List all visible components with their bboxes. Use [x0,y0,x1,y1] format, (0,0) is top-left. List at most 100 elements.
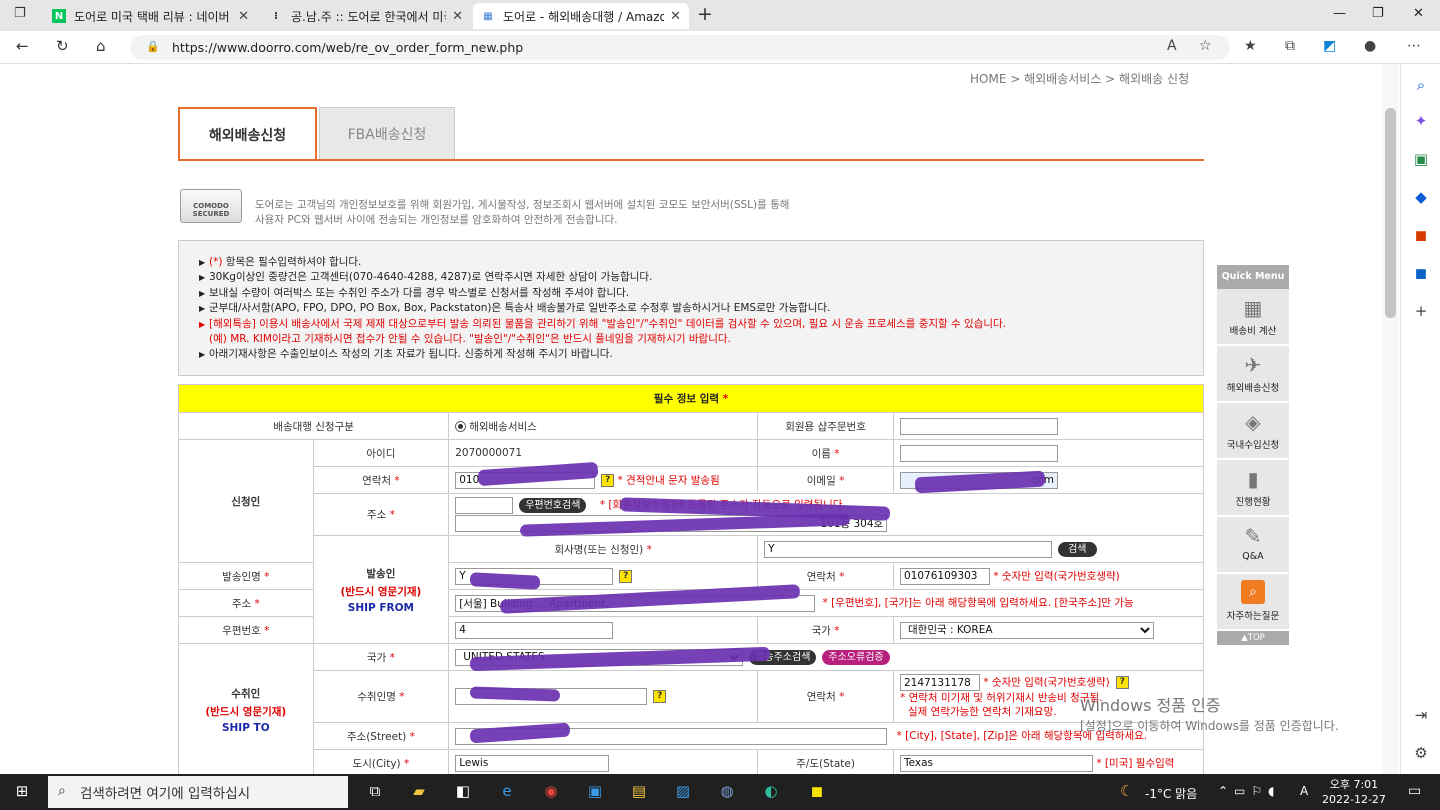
help-icon[interactable]: ? [1115,676,1129,689]
office-icon[interactable]: ◼ [1411,226,1431,244]
task-view-icon[interactable]: ⧉ [364,782,386,800]
applicant-zip-input[interactable] [455,496,514,514]
kakaotalk-icon[interactable]: ◼ [806,782,828,800]
blog-icon: ⁝ [274,10,278,22]
bar-chart-icon: ▮ [1247,467,1259,491]
quick-menu-domestic[interactable]: ◈ 국내수입신청 [1217,403,1289,460]
search-icon: ⌕ [58,783,66,799]
app-icon[interactable]: ▣ [584,782,606,800]
window-close-icon[interactable]: ✕ [1413,6,1424,21]
add-icon[interactable]: + [1411,302,1431,320]
quick-menu-shipping-calc[interactable]: ▦ 배송비 계산 [1217,289,1289,346]
restore-icon[interactable]: ❐ [1372,6,1384,21]
search-icon[interactable]: ⌕ [1411,76,1431,94]
app-icon[interactable]: ▤ [628,782,650,800]
store-icon[interactable]: ◧ [452,782,474,800]
favorites-icon[interactable]: ★ [1244,38,1257,54]
url-text: https://www.doorro.com/web/re_ov_order_f… [172,40,524,55]
notice-line-warning: ▶ [해외특송] 이용시 배송사에서 국제 제재 대상으로부터 발송 의뢰된 물품… [199,317,1203,332]
comodo-ssl-badge: COMODO SECURED [180,189,242,223]
quick-menu-overseas[interactable]: ✈ 해외배송신청 [1217,346,1289,403]
top-button[interactable]: ▲TOP [1217,631,1289,645]
notice-line: ▶ 30Kg이상인 중량건은 고객센터(070-4640-4288, 4287)로… [199,270,1203,285]
url-bar[interactable]: 🔒 https://www.doorro.com/web/re_ov_order… [130,35,1230,60]
app-icon[interactable]: ▨ [672,782,694,800]
discover-icon[interactable]: ✦ [1411,112,1431,130]
sender-name-label: 발송인명 * [178,562,314,590]
sidebar-collapse-icon[interactable]: ⇥ [1411,706,1431,724]
edge-icon[interactable]: ◐ [760,782,782,800]
read-aloud-icon[interactable]: A [1167,38,1177,54]
recipient-state-label: 주/도(State) [757,749,894,774]
new-tab-icon[interactable]: + [697,3,713,25]
tab-fba-shipping[interactable]: FBA배송신청 [319,107,455,161]
windows-start-icon[interactable]: ⊞ [11,782,33,800]
quick-menu-status[interactable]: ▮ 진행현황 [1217,460,1289,517]
sender-country-select[interactable]: 대한민국 : KOREA [900,621,1154,639]
chrome-icon[interactable]: ◉ [540,782,562,800]
recipient-city-cell [448,749,759,774]
quick-menu-faq[interactable]: ⌕ 자주하는질문 [1217,574,1289,631]
notification-icon[interactable]: ▭ [1408,783,1421,799]
page-scrollbar[interactable] [1382,64,1399,774]
edit-icon: ✎ [1244,524,1262,548]
tab-underline [178,159,1204,161]
form-header-row: 필수 정보 입력 * [178,384,1204,413]
close-tab-icon[interactable]: ✕ [238,9,249,24]
minimize-icon[interactable]: — [1333,6,1346,21]
outlook-icon[interactable]: ◼ [1411,264,1431,282]
home-icon[interactable]: ⌂ [96,37,106,55]
order-no-input[interactable] [900,417,1058,435]
tray-icons[interactable]: ⌃▭⚐◖ [1218,784,1280,798]
recipient-phone-input[interactable] [900,674,980,691]
table-row: 도시(City) * 주/도(State) * [미국] 필수입력 [179,749,1204,774]
sender-group: 발송인 (반드시 영문기재) SHIP FROM [312,535,450,644]
back-icon[interactable]: ← [16,37,29,55]
close-tab-icon[interactable]: ✕ [670,9,681,24]
notice-line: ▶ 아래기재사항은 수출인보이스 작성의 기초 자료가 됩니다. 신중하게 작성해… [199,347,1203,362]
ime-icon[interactable]: A [1300,784,1308,798]
collections-icon[interactable]: ⧉ [1285,38,1295,54]
tab-overseas-shipping[interactable]: 해외배송신청 [178,107,317,161]
applicant-name-label: 이름 * [757,439,894,467]
tools-icon[interactable]: ◆ [1411,188,1431,206]
more-icon[interactable]: ⋯ [1407,38,1421,54]
profile-icon[interactable]: ● [1364,38,1376,54]
bullet-icon: ▶ [199,304,206,314]
refresh-icon[interactable]: ↻ [56,37,69,55]
app-icon[interactable]: ◍ [716,782,738,800]
taskbar-clock[interactable]: 오후 7:01 2022-12-27 [1322,777,1386,807]
weather-text[interactable]: -1°C 맑음 [1145,785,1197,802]
help-icon[interactable]: ? [601,473,615,487]
delivery-type-radio[interactable] [455,421,467,432]
tab-actions-icon[interactable]: ❐ [14,6,26,21]
scrollbar-thumb[interactable] [1385,108,1396,318]
favorite-add-icon[interactable]: ☆ [1199,38,1212,54]
file-explorer-icon[interactable]: ▰ [408,782,430,800]
recipient-city-input[interactable] [455,754,610,772]
taskbar-search[interactable]: ⌕ 검색하려면 여기에 입력하십시 [48,776,348,808]
settings-icon[interactable]: ⚙ [1411,744,1431,762]
browser-tab-naver[interactable]: N 도어로 미국 택배 리뷰 : 네이버 블 ✕ [44,3,257,29]
sender-zip-input[interactable] [455,621,614,639]
ie-icon[interactable]: e [496,782,518,800]
address-verify-button[interactable]: 주소오류검증 [822,649,890,665]
recipient-state-input[interactable] [900,754,1093,772]
quick-menu-qna[interactable]: ✎ Q&A [1217,517,1289,574]
browser-tab-doorro[interactable]: ▦ 도어로 - 해외배송대행 / Amazon ✕ [473,3,689,29]
edge-extension-icon[interactable]: ◩ [1323,38,1336,54]
sender-phone-input[interactable] [900,567,990,585]
close-tab-icon[interactable]: ✕ [452,9,463,24]
applicant-name-input[interactable] [900,444,1058,462]
shopping-icon[interactable]: ▣ [1411,150,1431,168]
sender-company-input[interactable] [764,540,1053,558]
applicant-id-label: 아이디 [312,439,450,467]
box-icon: ◈ [1245,410,1261,434]
zip-search-button[interactable]: 우편번호검색 [519,497,587,513]
help-icon[interactable]: ? [619,569,633,583]
browser-tab-blog[interactable]: ⁝ 공.남.주 :: 도어로 한국에서 미국으 ✕ [261,3,471,29]
sender-address-label: 주소 * [178,589,314,617]
help-icon[interactable]: ? [653,690,667,703]
company-search-button[interactable]: 검색 [1058,541,1097,557]
table-row: 발송인 (반드시 영문기재) SHIP FROM 회사명(또는 신청인) * 검… [179,535,1204,644]
